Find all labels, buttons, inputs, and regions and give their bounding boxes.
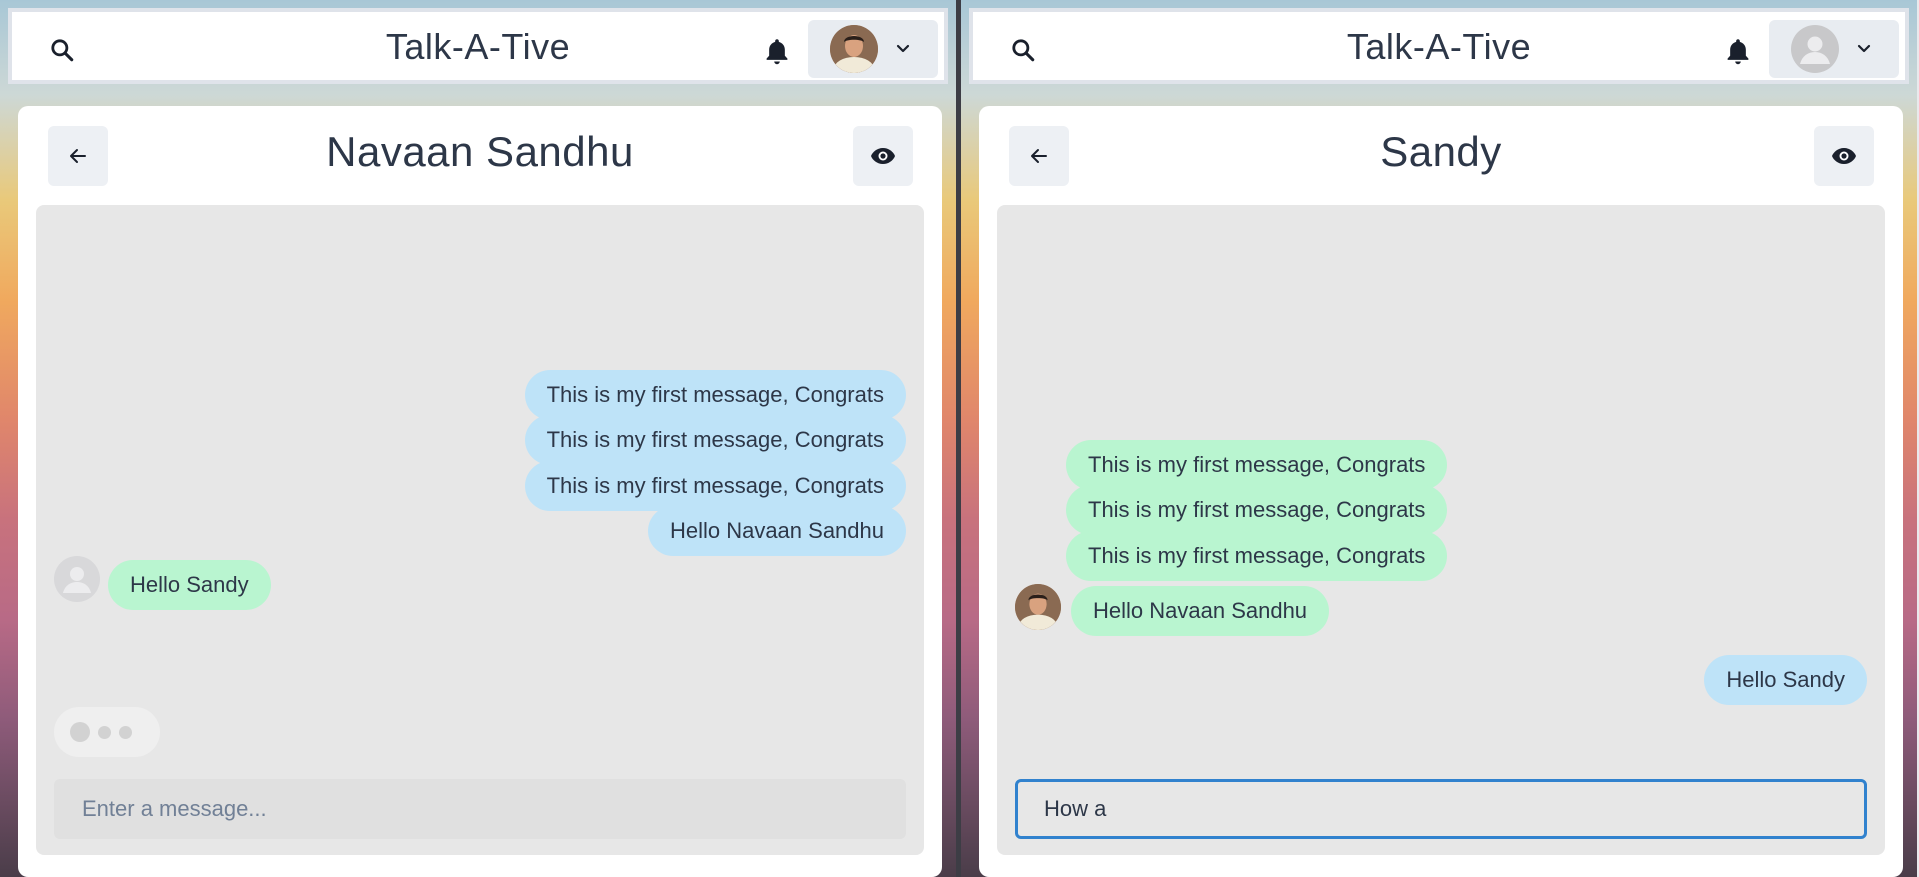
bell-icon [1727, 39, 1749, 65]
back-button[interactable] [1009, 126, 1069, 186]
notifications-button[interactable] [757, 32, 797, 72]
user-avatar [1791, 25, 1839, 73]
view-profile-button[interactable] [853, 126, 913, 186]
messages-area[interactable]: This is my first message, Congrats This … [997, 205, 1885, 855]
bell-icon [766, 39, 788, 65]
message-bubble-sent: This is my first message, Congrats [524, 370, 906, 420]
eye-icon [871, 148, 895, 164]
search-button[interactable] [42, 32, 82, 68]
message-input[interactable] [1015, 779, 1867, 839]
typing-dot [70, 722, 90, 742]
chat-box: Sandy This is my first message, Congrats… [979, 106, 1903, 877]
typing-dot [119, 725, 132, 739]
message-bubble-received: This is my first message, Congrats [1066, 485, 1448, 535]
default-user-icon [63, 567, 91, 593]
arrow-left-icon [70, 149, 86, 163]
search-button[interactable] [1003, 32, 1043, 68]
user-photo-icon [1015, 584, 1061, 630]
view-profile-button[interactable] [1814, 126, 1874, 186]
profile-menu-button[interactable] [1769, 20, 1899, 78]
chevron-down-icon [896, 44, 910, 54]
chat-window-left: Talk-A-Tive Navaan Sandhu This is my fir… [0, 0, 956, 877]
chat-box: Navaan Sandhu This is my first message, … [18, 106, 942, 877]
chat-window-right: Talk-A-Tive Sandy This is my first messa… [961, 0, 1917, 877]
message-bubble-sent: This is my first message, Congrats [524, 415, 906, 465]
chat-partner-name: Sandy [1380, 128, 1502, 175]
message-bubble-received: Hello Navaan Sandhu [1071, 586, 1330, 636]
top-navbar: Talk-A-Tive [8, 8, 948, 84]
message-bubble-sent: Hello Navaan Sandhu [647, 506, 906, 556]
app-title: Talk-A-Tive [385, 26, 571, 67]
message-bubble-sent: This is my first message, Congrats [524, 461, 906, 511]
chevron-down-icon [1857, 44, 1871, 54]
chat-header: Sandy [979, 106, 1903, 196]
message-bubble-received: Hello Sandy [108, 560, 271, 610]
chat-partner-name: Navaan Sandhu [326, 128, 634, 175]
message-bubble-received: This is my first message, Congrats [1066, 440, 1448, 490]
sender-avatar[interactable] [1015, 584, 1061, 630]
typing-indicator [54, 707, 160, 757]
search-icon [51, 39, 74, 62]
user-photo-icon [830, 25, 878, 73]
message-bubble-received: This is my first message, Congrats [1066, 531, 1448, 581]
arrow-left-icon [1031, 149, 1047, 163]
user-avatar [830, 25, 878, 73]
search-icon [1012, 39, 1035, 62]
typing-dot [98, 725, 111, 739]
profile-menu-button[interactable] [808, 20, 938, 78]
app-title: Talk-A-Tive [1346, 26, 1532, 67]
chat-header: Navaan Sandhu [18, 106, 942, 196]
eye-icon [1832, 148, 1856, 164]
default-user-icon [1800, 36, 1830, 64]
notifications-button[interactable] [1718, 32, 1758, 72]
top-navbar: Talk-A-Tive [969, 8, 1909, 84]
back-button[interactable] [48, 126, 108, 186]
message-bubble-sent: Hello Sandy [1704, 655, 1867, 705]
messages-area[interactable]: This is my first message, Congrats This … [36, 205, 924, 855]
sender-avatar[interactable] [54, 556, 100, 602]
message-input[interactable] [54, 779, 906, 839]
